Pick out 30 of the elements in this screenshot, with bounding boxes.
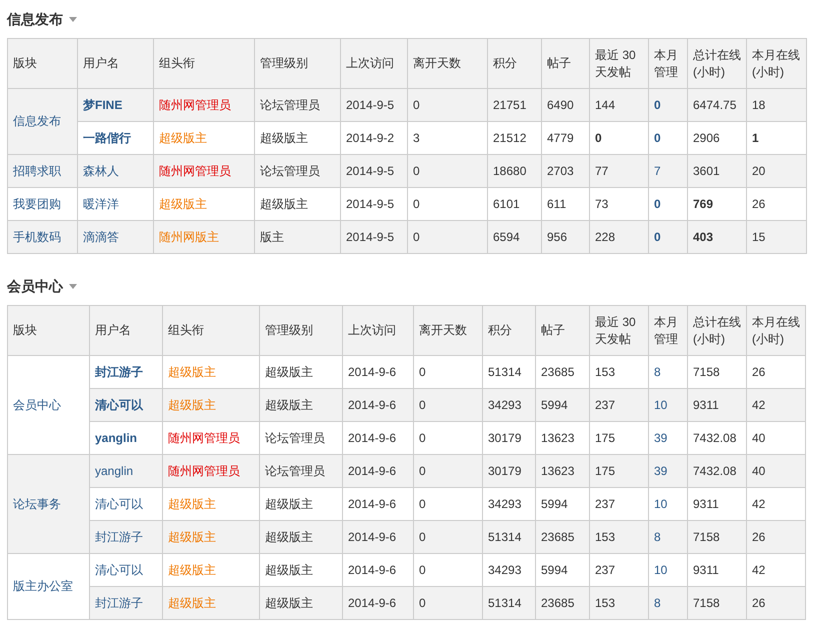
table-cell: 0 — [414, 586, 482, 620]
table-cell: 23685 — [536, 586, 590, 620]
caret-icon[interactable] — [69, 16, 77, 22]
forum-link[interactable]: 版主办公室 — [8, 554, 90, 620]
forum-link[interactable]: 手机数码 — [8, 220, 78, 254]
table-cell: 2014-9-5 — [340, 220, 408, 254]
table-cell: 0 — [408, 220, 488, 254]
table-cell: 0 — [648, 220, 688, 254]
table-cell: 超级版主 — [260, 586, 342, 620]
table-cell: 版主 — [254, 220, 340, 254]
table-cell: 153 — [590, 586, 648, 620]
table-cell: 26 — [746, 586, 806, 620]
section-title: 会员中心 — [7, 276, 63, 296]
table-cell: 随州网版主 — [154, 220, 254, 254]
table-cell: 2014-9-6 — [342, 586, 414, 620]
section-title: 信息发布 — [7, 10, 63, 28]
table-cell: 51314 — [482, 586, 536, 620]
table-cell: 228 — [590, 220, 648, 254]
table-cell: 6594 — [488, 220, 542, 254]
table-cell: 403 — [688, 220, 746, 254]
column-header: 版块 — [8, 306, 90, 356]
table-cell: 8 — [648, 586, 688, 620]
table-cell: 15 — [746, 220, 806, 254]
caret-icon[interactable] — [69, 284, 77, 288]
table-cell: 超级版主 — [162, 586, 260, 620]
table-cell: 7158 — [688, 586, 746, 620]
user-link[interactable]: 滴滴答 — [78, 220, 154, 254]
user-link[interactable]: 封江游子 — [90, 586, 162, 620]
column-header: 版块 — [8, 38, 78, 88]
table-cell: 956 — [542, 220, 590, 254]
